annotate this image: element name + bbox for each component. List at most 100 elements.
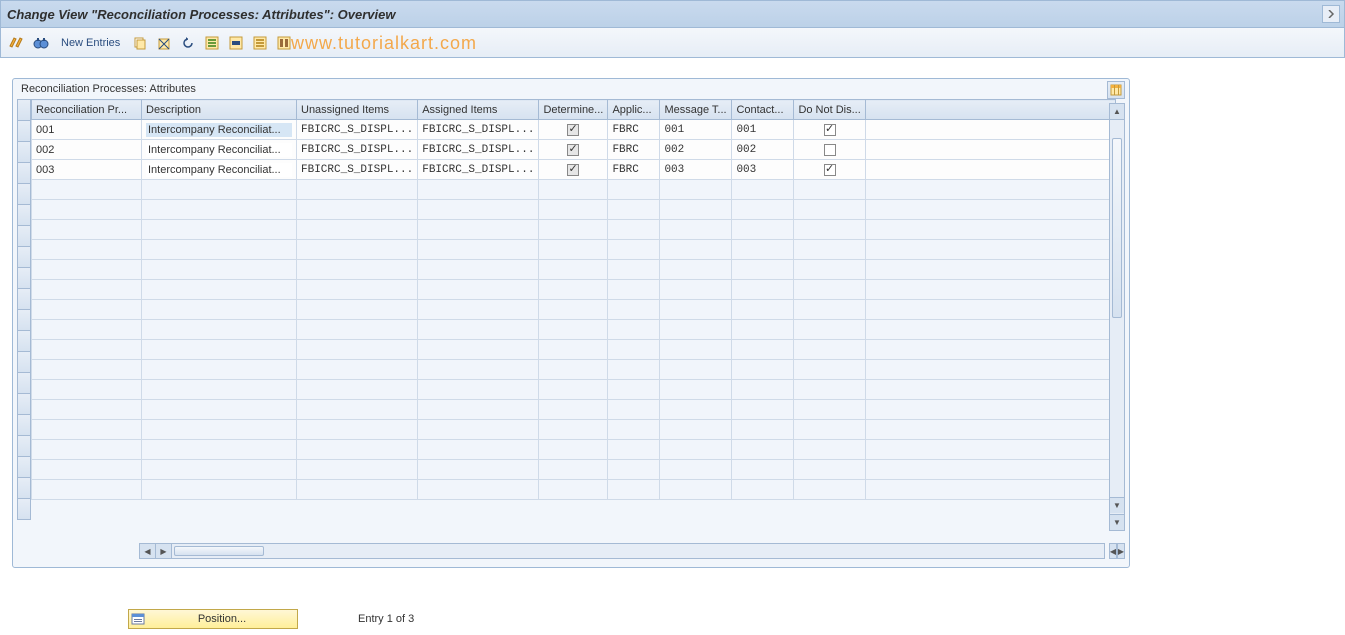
empty-cell[interactable]: [732, 240, 794, 260]
row-selector[interactable]: [17, 393, 31, 415]
empty-cell[interactable]: [32, 460, 142, 480]
empty-cell[interactable]: [608, 420, 660, 440]
empty-cell[interactable]: [660, 200, 732, 220]
empty-cell[interactable]: [297, 180, 418, 200]
empty-cell[interactable]: [297, 200, 418, 220]
empty-cell[interactable]: [608, 320, 660, 340]
row-selector[interactable]: [17, 372, 31, 394]
cell-desc[interactable]: Intercompany Reconciliat...: [142, 160, 297, 180]
row-selector[interactable]: [17, 225, 31, 247]
scroll-thumb[interactable]: [1112, 138, 1122, 318]
hscroll-thumb[interactable]: [174, 546, 264, 556]
row-selector[interactable]: [17, 435, 31, 457]
col-applic[interactable]: Applic...: [608, 100, 660, 120]
empty-cell[interactable]: [660, 220, 732, 240]
cell-msg[interactable]: 002: [660, 140, 732, 160]
empty-cell[interactable]: [539, 300, 608, 320]
empty-cell[interactable]: [608, 460, 660, 480]
col-contact[interactable]: Contact...: [732, 100, 794, 120]
empty-cell[interactable]: [418, 340, 539, 360]
empty-cell[interactable]: [732, 220, 794, 240]
scroll-up-button[interactable]: ▲: [1110, 104, 1124, 120]
empty-cell[interactable]: [418, 320, 539, 340]
cell-applic[interactable]: FBRC: [608, 120, 660, 140]
hscroll-right-button[interactable]: ▶: [156, 544, 172, 558]
empty-cell[interactable]: [732, 180, 794, 200]
empty-cell[interactable]: [660, 360, 732, 380]
cell-contact[interactable]: 002: [732, 140, 794, 160]
row-selector[interactable]: [17, 414, 31, 436]
empty-cell[interactable]: [539, 180, 608, 200]
table-settings-button[interactable]: [1107, 81, 1125, 99]
col-recon-process[interactable]: Reconciliation Pr...: [32, 100, 142, 120]
empty-cell[interactable]: [608, 480, 660, 500]
empty-cell[interactable]: [660, 300, 732, 320]
vertical-scrollbar[interactable]: ▲ ▼ ▼: [1109, 103, 1125, 531]
empty-cell[interactable]: [539, 440, 608, 460]
empty-cell[interactable]: [297, 340, 418, 360]
row-selector[interactable]: [17, 498, 31, 520]
cell-applic[interactable]: FBRC: [608, 160, 660, 180]
empty-cell[interactable]: [297, 360, 418, 380]
empty-cell[interactable]: [660, 180, 732, 200]
row-selector[interactable]: [17, 477, 31, 499]
empty-cell[interactable]: [660, 260, 732, 280]
empty-cell[interactable]: [660, 240, 732, 260]
cell-determine[interactable]: [539, 120, 608, 140]
empty-cell[interactable]: [608, 260, 660, 280]
empty-cell[interactable]: [794, 240, 866, 260]
empty-cell[interactable]: [32, 180, 142, 200]
empty-cell[interactable]: [608, 240, 660, 260]
empty-cell[interactable]: [297, 400, 418, 420]
empty-cell[interactable]: [732, 420, 794, 440]
empty-cell[interactable]: [418, 400, 539, 420]
empty-cell[interactable]: [660, 480, 732, 500]
empty-cell[interactable]: [142, 200, 297, 220]
empty-cell[interactable]: [794, 380, 866, 400]
empty-cell[interactable]: [660, 440, 732, 460]
empty-cell[interactable]: [732, 320, 794, 340]
cell-assigned[interactable]: FBICRC_S_DISPL...: [418, 140, 539, 160]
col-unassigned[interactable]: Unassigned Items: [297, 100, 418, 120]
empty-cell[interactable]: [32, 320, 142, 340]
empty-cell[interactable]: [794, 180, 866, 200]
empty-cell[interactable]: [608, 300, 660, 320]
empty-cell[interactable]: [608, 400, 660, 420]
empty-cell[interactable]: [418, 180, 539, 200]
empty-cell[interactable]: [539, 400, 608, 420]
row-selector[interactable]: [17, 288, 31, 310]
hscroll-far-left-btn[interactable]: ◀: [1109, 543, 1117, 559]
empty-cell[interactable]: [732, 200, 794, 220]
cell-unassigned[interactable]: FBICRC_S_DISPL...: [297, 120, 418, 140]
empty-cell[interactable]: [142, 420, 297, 440]
empty-cell[interactable]: [794, 460, 866, 480]
empty-cell[interactable]: [539, 420, 608, 440]
empty-cell[interactable]: [732, 300, 794, 320]
row-selector[interactable]: [17, 309, 31, 331]
empty-cell[interactable]: [539, 480, 608, 500]
empty-cell[interactable]: [660, 420, 732, 440]
cell-dnd[interactable]: [794, 140, 866, 160]
empty-cell[interactable]: [660, 400, 732, 420]
empty-cell[interactable]: [32, 360, 142, 380]
empty-cell[interactable]: [732, 400, 794, 420]
scroll-down-button[interactable]: ▼: [1110, 497, 1124, 513]
empty-cell[interactable]: [418, 200, 539, 220]
scroll-down2-button[interactable]: ▼: [1110, 514, 1124, 530]
select-block-button[interactable]: [226, 33, 246, 53]
undo-button[interactable]: [178, 33, 198, 53]
empty-cell[interactable]: [608, 360, 660, 380]
empty-cell[interactable]: [732, 480, 794, 500]
empty-cell[interactable]: [732, 340, 794, 360]
other-view-button[interactable]: [31, 33, 51, 53]
cell-msg[interactable]: 001: [660, 120, 732, 140]
empty-cell[interactable]: [539, 220, 608, 240]
empty-cell[interactable]: [418, 440, 539, 460]
empty-cell[interactable]: [794, 320, 866, 340]
cell-contact[interactable]: 003: [732, 160, 794, 180]
empty-cell[interactable]: [660, 340, 732, 360]
horizontal-scrollbar[interactable]: ◀ ▶: [139, 543, 1105, 559]
empty-cell[interactable]: [297, 420, 418, 440]
empty-cell[interactable]: [142, 240, 297, 260]
cell-assigned[interactable]: FBICRC_S_DISPL...: [418, 120, 539, 140]
